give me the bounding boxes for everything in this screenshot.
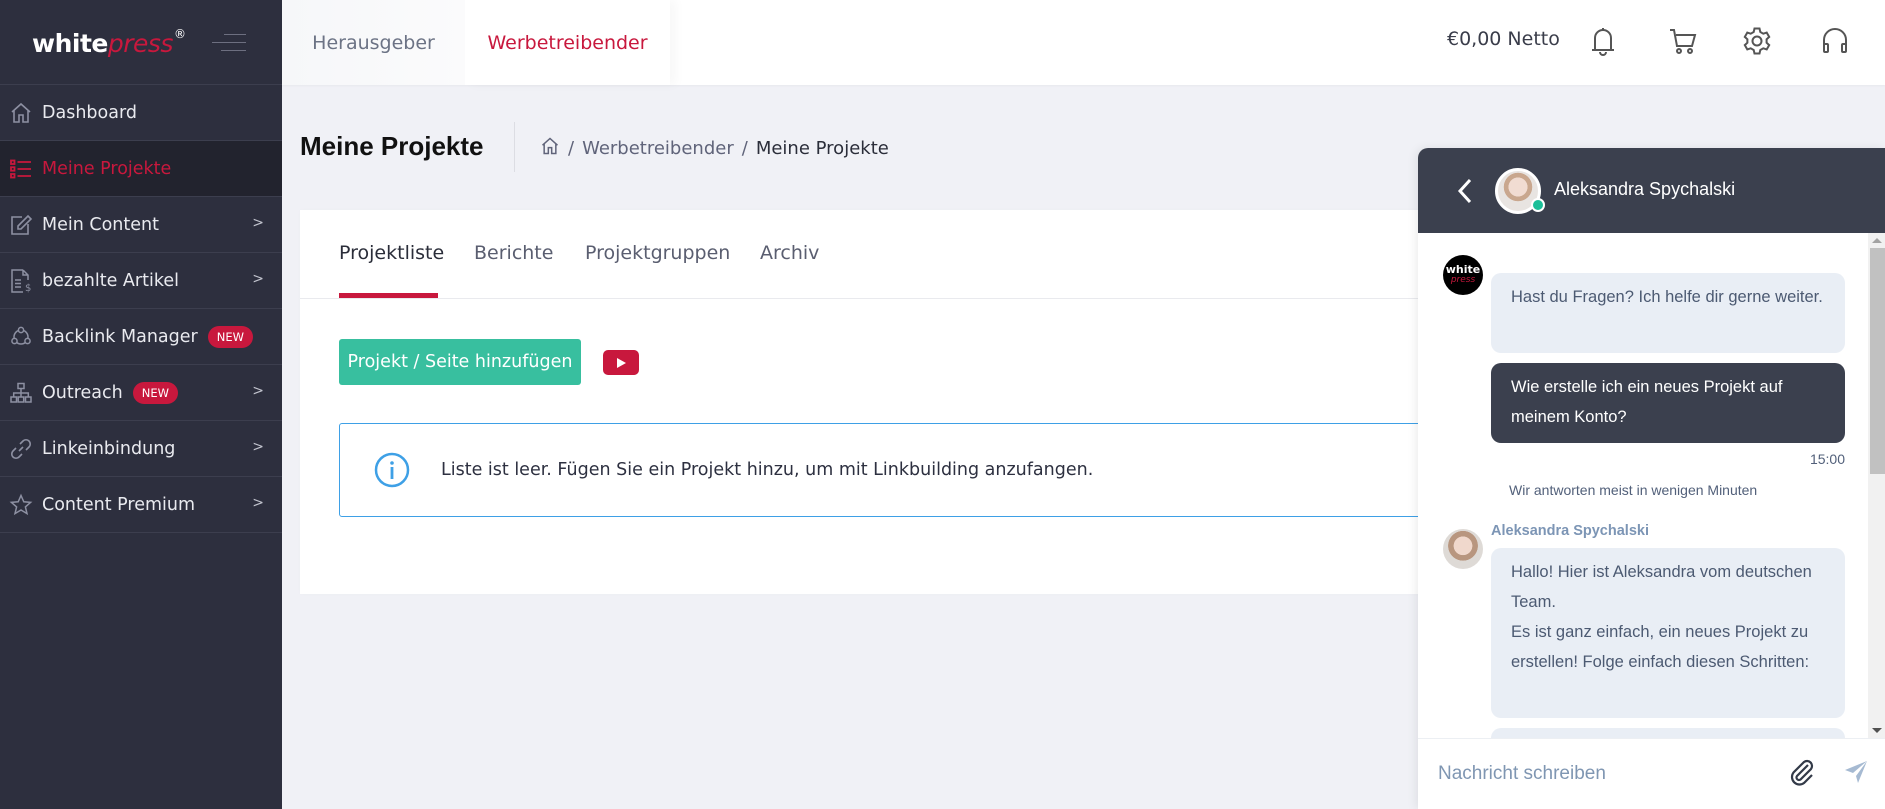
paperclip-icon[interactable] [1788,757,1818,791]
chat-messages: white press Hast du Fragen? Ich helfe di… [1418,233,1868,738]
tab-projektgruppen[interactable]: Projektgruppen [585,242,730,264]
headset-icon[interactable] [1818,22,1852,60]
logo-press: press [107,28,174,58]
sidebar-item-bezahlte-artikel[interactable]: $ bezahlte Artikel > [0,253,282,309]
chat-message-agent: Hallo! Hier ist Aleksandra vom deutschen… [1491,548,1845,718]
sidebar-item-outreach[interactable]: Outreach NEW > [0,365,282,421]
svg-text:$: $ [25,283,31,294]
role-tab-herausgeber[interactable]: Herausgeber [282,0,465,85]
sidebar-item-label: Content Premium [42,494,196,515]
send-icon[interactable] [1843,759,1871,789]
scrollbar-thumb[interactable] [1870,248,1885,474]
new-badge: NEW [207,325,253,348]
empty-list-message: Liste ist leer. Fügen Sie ein Projekt hi… [441,460,1094,480]
sidebar-item-label: Mein Content [42,214,159,235]
sidebar-item-label: Outreach [42,382,123,403]
sidebar: whitepress® Dashboard Meine Projekte Mei… [0,0,282,809]
breadcrumb: / Werbetreibender / Meine Projekte [540,136,889,161]
chevron-right-icon: > [252,495,264,511]
sidebar-item-backlink-manager[interactable]: Backlink Manager NEW [0,309,282,365]
message-sender-name: Aleksandra Spychalski [1491,523,1649,539]
breadcrumb-separator: / [568,138,575,159]
network-icon [8,324,34,350]
list-icon [8,156,34,182]
breadcrumb-current: Meine Projekte [755,138,889,159]
chevron-right-icon: > [252,383,264,399]
logo-registered: ® [173,26,186,41]
message-time: 15:00 [1809,451,1845,467]
breadcrumb-werbetreibender[interactable]: Werbetreibender [582,138,734,159]
topbar: Herausgeber Werbetreibender €0,00 Netto [282,0,1885,85]
sidebar-item-label: bezahlte Artikel [42,270,179,291]
chat-message-agent-partial [1491,728,1845,738]
sidebar-item-mein-content[interactable]: Mein Content > [0,197,282,253]
logo-white: white [32,28,108,58]
bot-avatar-text: press [1450,275,1476,285]
add-project-button[interactable]: Projekt / Seite hinzufügen [339,339,581,385]
tab-archiv[interactable]: Archiv [760,242,819,264]
active-tab-indicator [339,293,438,298]
chevron-right-icon: > [252,271,264,287]
gear-icon[interactable] [1740,22,1774,60]
chat-widget: Aleksandra Spychalski white press Hast d… [1418,148,1885,809]
sidebar-item-label: Meine Projekte [42,158,172,179]
tab-berichte[interactable]: Berichte [474,242,553,264]
reply-time-note: Wir antworten meist in wenigen Minuten [1509,482,1758,498]
sidebar-item-label: Dashboard [42,102,137,123]
whitepress-logo[interactable]: whitepress® [32,26,186,58]
hamburger-menu-icon[interactable] [212,32,246,52]
sidebar-item-meine-projekte[interactable]: Meine Projekte [0,141,282,197]
star-icon [8,492,34,518]
cart-icon[interactable] [1666,22,1700,60]
scroll-down-arrow[interactable] [1872,728,1882,733]
chat-scrollbar[interactable] [1868,233,1885,738]
chat-message-bot: Hast du Fragen? Ich helfe dir gerne weit… [1491,273,1845,353]
chat-agent-name: Aleksandra Spychalski [1554,179,1736,199]
play-icon [617,357,626,368]
title-divider [514,122,515,172]
bot-avatar-text: white [1445,263,1481,276]
home-icon [8,100,34,126]
chat-header: Aleksandra Spychalski [1418,148,1885,233]
brand-header: whitepress® [0,0,282,85]
sidebar-item-label: Backlink Manager [42,326,198,347]
edit-icon [8,212,34,238]
role-tab-werbetreibender[interactable]: Werbetreibender [465,0,670,85]
back-arrow-icon[interactable] [1454,174,1476,208]
whitepress-bot-avatar: white press [1443,255,1483,295]
scroll-up-arrow[interactable] [1872,238,1882,243]
link-icon [8,436,34,462]
tab-projektliste[interactable]: Projektliste [339,242,444,264]
chevron-right-icon: > [252,439,264,455]
chevron-right-icon: > [252,215,264,231]
paid-article-icon: $ [8,268,34,294]
youtube-video-button[interactable] [603,350,639,375]
message-input[interactable] [1438,757,1768,791]
page-title: Meine Projekte [300,131,484,161]
breadcrumb-separator: / [741,138,748,159]
info-icon [374,452,410,488]
chat-message-user: Wie erstelle ich ein neues Projekt auf m… [1491,363,1845,443]
sidebar-item-dashboard[interactable]: Dashboard [0,85,282,141]
bell-icon[interactable] [1586,22,1620,60]
sitemap-icon [8,380,34,406]
sidebar-item-label: Linkeinbindung [42,438,176,459]
sidebar-item-linkeinbindung[interactable]: Linkeinbindung > [0,421,282,477]
account-balance[interactable]: €0,00 Netto [1447,28,1560,50]
home-icon[interactable] [540,136,560,161]
chat-composer [1418,738,1885,809]
sidebar-item-content-premium[interactable]: Content Premium > [0,477,282,533]
online-status-indicator [1531,198,1545,212]
new-badge: NEW [132,381,178,404]
agent-message-avatar [1443,529,1483,569]
